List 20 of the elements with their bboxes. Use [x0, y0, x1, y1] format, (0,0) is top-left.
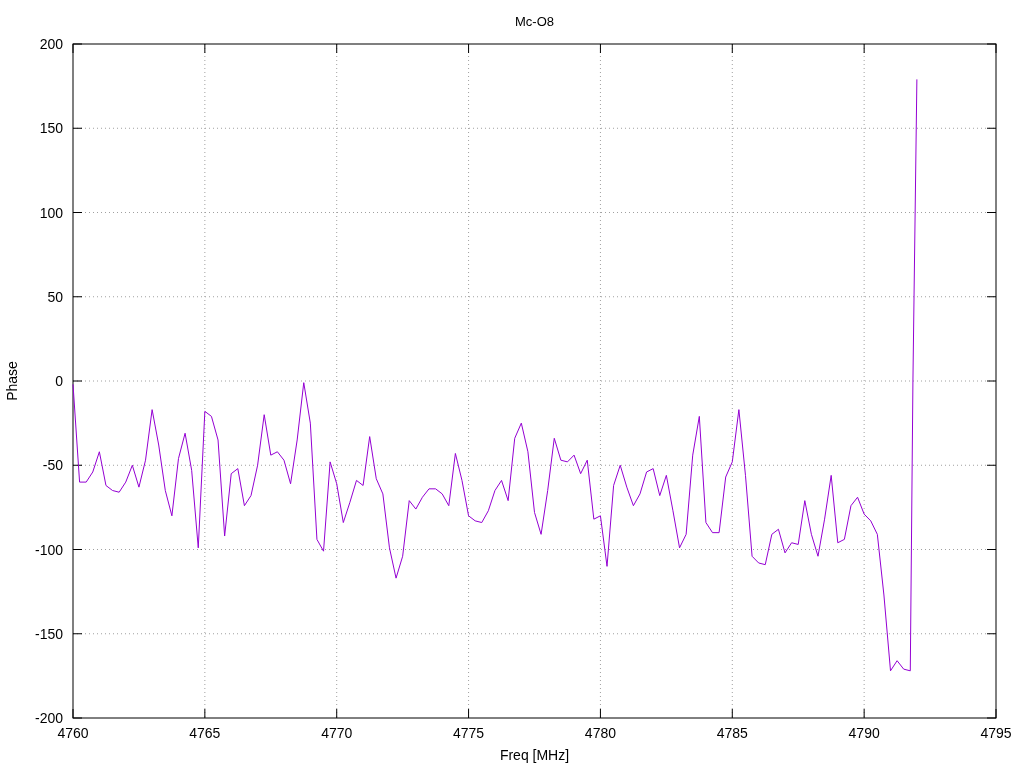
axis-label: Freq [MHz]	[499, 747, 570, 763]
tick-label: 4795	[980, 725, 1012, 741]
tick-label: 4775	[453, 725, 485, 741]
tick-label: 4765	[189, 725, 221, 741]
tick-label: 150	[39, 120, 63, 137]
tick-label: 200	[39, 36, 63, 52]
tick-label: 4790	[848, 725, 880, 741]
axis-label: Phase	[4, 361, 20, 401]
tick-label: 4780	[584, 725, 616, 741]
tick-label: -150	[34, 625, 63, 642]
tick-label: 4770	[321, 725, 353, 741]
tick-label: -50	[42, 457, 63, 474]
tick-label: 0	[55, 373, 63, 389]
tick-label: -100	[34, 541, 63, 558]
tick-label: 4760	[57, 725, 89, 741]
chart-title: Mc-O8	[515, 14, 554, 29]
tick-label: 100	[39, 204, 63, 221]
tick-label: -200	[34, 710, 63, 726]
tick-label: 50	[47, 288, 63, 305]
tick-label: 4785	[716, 725, 748, 741]
